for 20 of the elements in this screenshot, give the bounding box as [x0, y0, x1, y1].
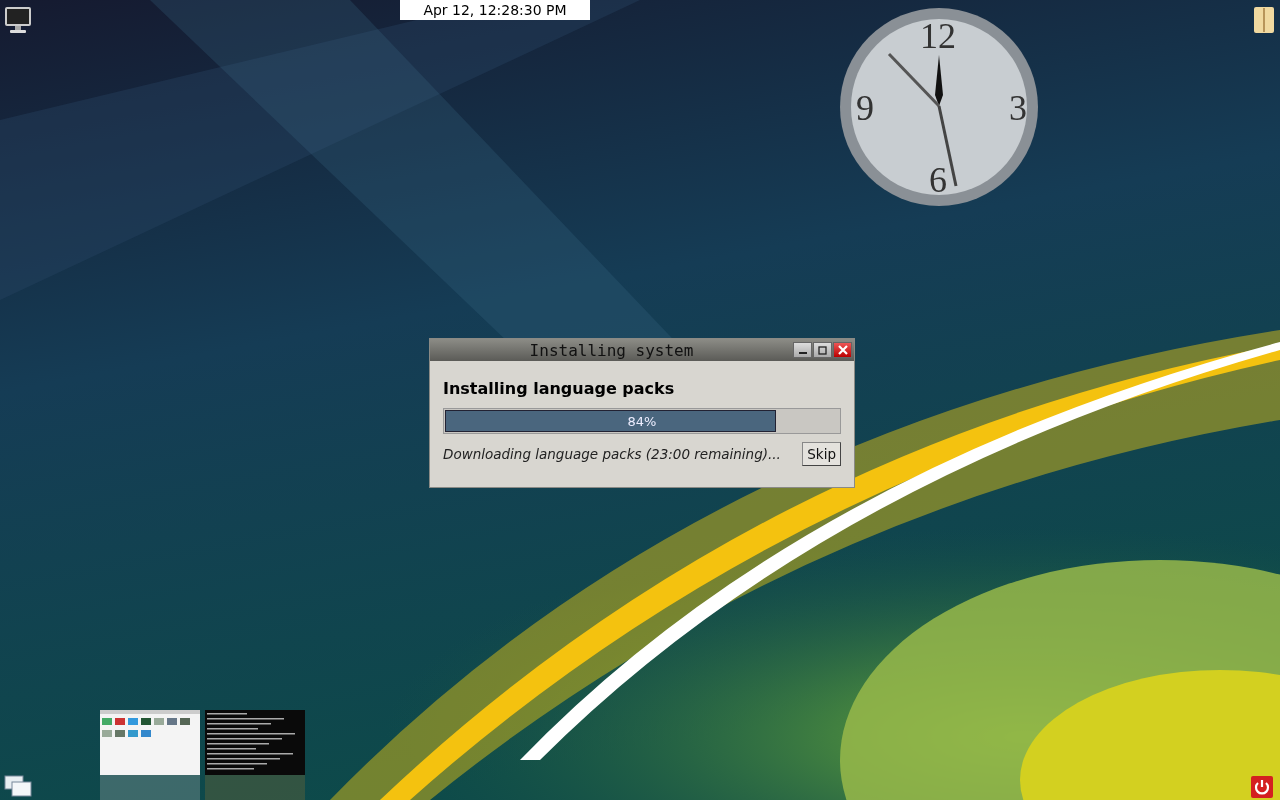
minimize-button[interactable] — [793, 342, 812, 358]
skip-button[interactable]: Skip — [802, 442, 841, 466]
power-icon[interactable] — [1251, 776, 1273, 798]
door-icon[interactable] — [1252, 5, 1276, 35]
status-text: Downloading language packs (23:00 remaining)... — [443, 446, 781, 462]
monitor-icon[interactable] — [4, 6, 32, 34]
maximize-icon — [818, 345, 827, 355]
dialog-heading: Installing language packs — [443, 379, 676, 398]
close-button[interactable] — [833, 342, 852, 358]
windows-icon[interactable] — [4, 775, 32, 797]
clock-numeral: 9 — [856, 88, 874, 128]
clock-numeral: 12 — [920, 16, 956, 56]
clock-numeral: 3 — [1009, 88, 1027, 128]
progress-label: 84% — [627, 413, 657, 429]
date-time[interactable]: Apr 12, 12:28:30 PM — [400, 0, 590, 20]
close-icon — [837, 345, 848, 355]
minimize-icon — [798, 352, 807, 354]
maximize-button[interactable] — [813, 342, 832, 358]
clock-numeral: 6 — [929, 160, 947, 200]
window-title: Installing system — [528, 340, 695, 360]
